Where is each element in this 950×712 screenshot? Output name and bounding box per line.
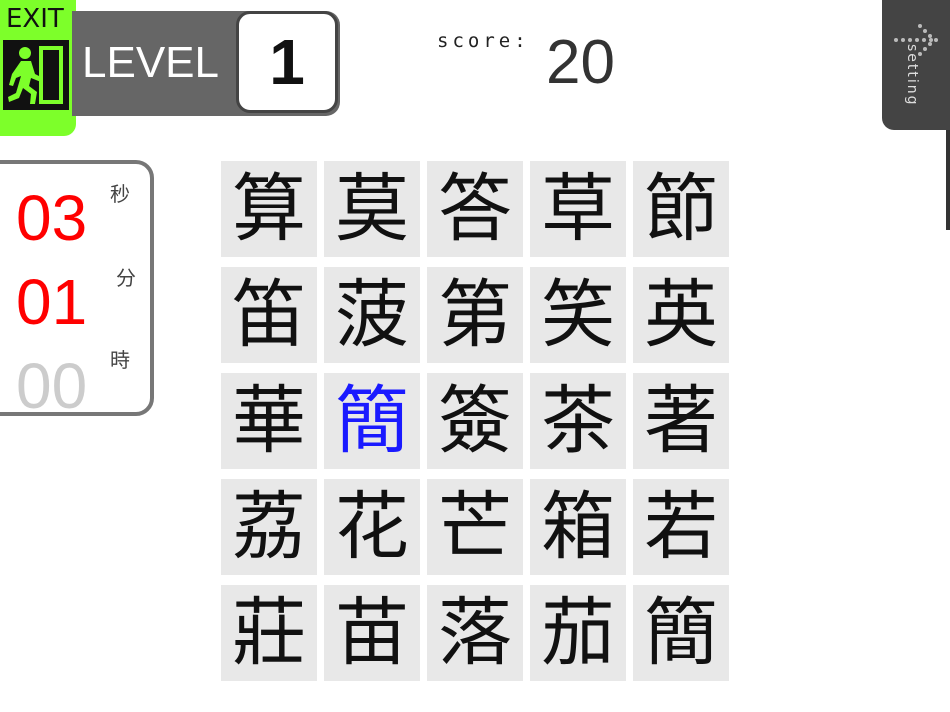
character-tile[interactable]: 苗 xyxy=(324,585,420,681)
character-tile[interactable]: 簡 xyxy=(324,373,420,469)
exit-running-man-icon xyxy=(3,40,69,110)
exit-button[interactable]: EXIT xyxy=(0,0,76,136)
character-tile[interactable]: 簽 xyxy=(427,373,523,469)
character-tile[interactable]: 茶 xyxy=(530,373,626,469)
character-tile[interactable]: 著 xyxy=(633,373,729,469)
right-edge-divider xyxy=(946,130,950,230)
character-tile[interactable]: 笑 xyxy=(530,267,626,363)
character-tile[interactable]: 芒 xyxy=(427,479,523,575)
timer-seconds-unit: 秒 xyxy=(110,182,130,206)
timer-panel: 03 秒 01 分 00 時 xyxy=(0,160,154,422)
character-tile[interactable]: 節 xyxy=(633,161,729,257)
timer-seconds: 03 xyxy=(16,182,88,254)
character-tile[interactable]: 算 xyxy=(221,161,317,257)
character-tile[interactable]: 箱 xyxy=(530,479,626,575)
character-tile[interactable]: 簡 xyxy=(633,585,729,681)
character-tile[interactable]: 菠 xyxy=(324,267,420,363)
score-label: score: xyxy=(437,30,530,52)
score-value: 20 xyxy=(546,28,615,97)
timer-hours: 00 xyxy=(16,350,88,422)
character-tile[interactable]: 落 xyxy=(427,585,523,681)
character-tile[interactable]: 荔 xyxy=(221,479,317,575)
character-tile[interactable]: 答 xyxy=(427,161,523,257)
character-tile[interactable]: 英 xyxy=(633,267,729,363)
timer-minutes-unit: 分 xyxy=(116,266,136,290)
timer-minutes: 01 xyxy=(16,266,88,338)
character-tile[interactable]: 笛 xyxy=(221,267,317,363)
setting-button[interactable]: setting xyxy=(882,0,950,130)
character-tile[interactable]: 茄 xyxy=(530,585,626,681)
level-bar: LEVEL 1 xyxy=(72,11,340,116)
level-number-box: 1 xyxy=(236,11,338,113)
character-tile[interactable]: 草 xyxy=(530,161,626,257)
setting-label: setting xyxy=(904,44,920,107)
timer-hours-unit: 時 xyxy=(110,348,130,372)
character-tile[interactable]: 華 xyxy=(221,373,317,469)
level-label: LEVEL xyxy=(82,38,219,87)
level-value: 1 xyxy=(269,26,305,98)
character-grid: 算莫答草節笛菠第笑英華簡簽茶著荔花芒箱若莊苗落茄簡 xyxy=(221,161,729,681)
character-tile[interactable]: 花 xyxy=(324,479,420,575)
character-tile[interactable]: 第 xyxy=(427,267,523,363)
exit-label: EXIT xyxy=(6,4,64,34)
character-tile[interactable]: 莫 xyxy=(324,161,420,257)
character-tile[interactable]: 莊 xyxy=(221,585,317,681)
character-tile[interactable]: 若 xyxy=(633,479,729,575)
